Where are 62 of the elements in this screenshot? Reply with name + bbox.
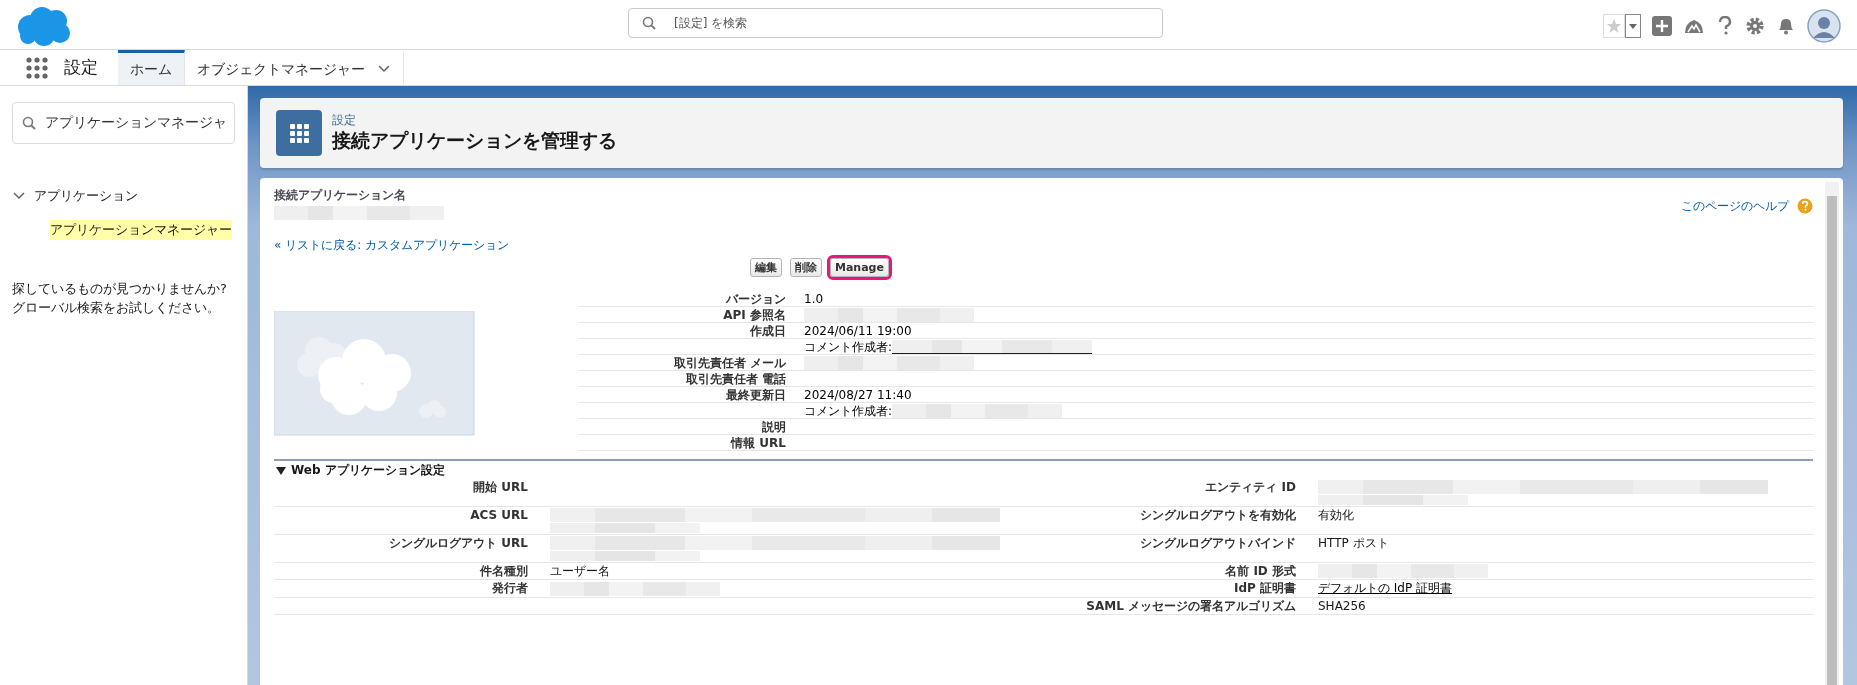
help-link[interactable]: このページのヘルプ [1681, 198, 1789, 214]
search-field[interactable]: [設定] を検索 [628, 8, 1163, 38]
field-label: 接続アプリケーション名 [274, 188, 407, 203]
field-label: 件名種別 [480, 563, 528, 578]
field-value: HTTP ポスト [1318, 535, 1389, 550]
field-value: 有効化 [1318, 507, 1354, 522]
page-title: 接続アプリケーションを管理する [332, 127, 617, 153]
back-link[interactable]: « リストに戻る: カスタムアプリケーション [274, 237, 509, 253]
field-label: シングルログアウトを有効化 [1140, 507, 1296, 522]
grid-icon [289, 123, 309, 143]
field-label: エンティティ ID [1205, 479, 1296, 494]
field-label: 情報 URL [731, 435, 786, 450]
search-icon [642, 16, 656, 30]
scrollbar[interactable] [1825, 182, 1839, 685]
certificate-link[interactable]: デフォルトの IdP 証明書 [1318, 581, 1453, 596]
caret-icon [1628, 21, 1638, 31]
section-title: Web アプリケーション設定 [291, 463, 445, 478]
search-field[interactable]: アプリケーションマネージャ [12, 102, 235, 144]
tree-item[interactable]: アプリケーションマネージャー [50, 220, 232, 240]
star-icon [1606, 18, 1622, 34]
app-name: 設定 [64, 55, 99, 79]
field-label: 取引先責任者 メール [673, 355, 786, 370]
field-label: 最終更新日 [726, 387, 786, 402]
field-value: 1.0 [804, 291, 824, 307]
field-label: コメント作成者: [804, 339, 893, 355]
field-value: 2024/06/11 19:00 [804, 323, 912, 339]
field-label: IdP 証明書 [1233, 581, 1296, 596]
field-label: シングルログアウト URL [389, 535, 528, 550]
help-text: 探しているものが見つかりませんか? グローバル検索をお試しください。 [12, 279, 228, 317]
field-value: SHA256 [1318, 598, 1366, 613]
field-label: SAML メッセージの署名アルゴリズム [1086, 598, 1296, 613]
favorite-star-button[interactable] [1603, 14, 1625, 38]
redacted-link[interactable] [892, 339, 1093, 354]
field-label: コメント作成者: [804, 403, 893, 419]
tree-item[interactable]: アプリケーション [12, 186, 138, 206]
bell-icon[interactable] [1776, 16, 1796, 36]
action-button[interactable]: 削除 [790, 258, 822, 278]
manage-button[interactable]: Manage [830, 258, 889, 278]
help-icon[interactable] [1716, 16, 1734, 36]
field-label: API 参照名 [723, 307, 786, 322]
nav-tab[interactable]: ホーム [118, 50, 185, 85]
collapse-icon[interactable] [276, 465, 286, 476]
field-label: 説明 [762, 419, 786, 434]
settings-icon[interactable] [1745, 16, 1765, 36]
action-button[interactable]: 編集 [750, 258, 782, 278]
field-label: バージョン [726, 291, 786, 306]
avatar-icon[interactable] [1807, 9, 1841, 43]
plus-icon[interactable] [1652, 16, 1672, 36]
favorites-menu-button[interactable] [1625, 14, 1641, 38]
field-label: 作成日 [750, 323, 786, 338]
field-label: ACS URL [470, 507, 528, 522]
field-value: 2024/08/27 11:40 [804, 387, 912, 403]
app-launcher-icon [26, 56, 48, 79]
field-label: 取引先責任者 電話 [685, 371, 786, 386]
field-label: シングルログアウトバインド [1140, 535, 1296, 550]
field-label: 発行者 [492, 581, 528, 596]
search-icon [22, 116, 36, 130]
field-label: 開始 URL [473, 479, 528, 494]
field-value: ユーザー名 [550, 563, 610, 578]
breadcrumb-link[interactable]: 設定 [332, 113, 617, 128]
mountain-icon[interactable] [1683, 17, 1705, 35]
field-label: 名前 ID 形式 [1225, 563, 1296, 578]
